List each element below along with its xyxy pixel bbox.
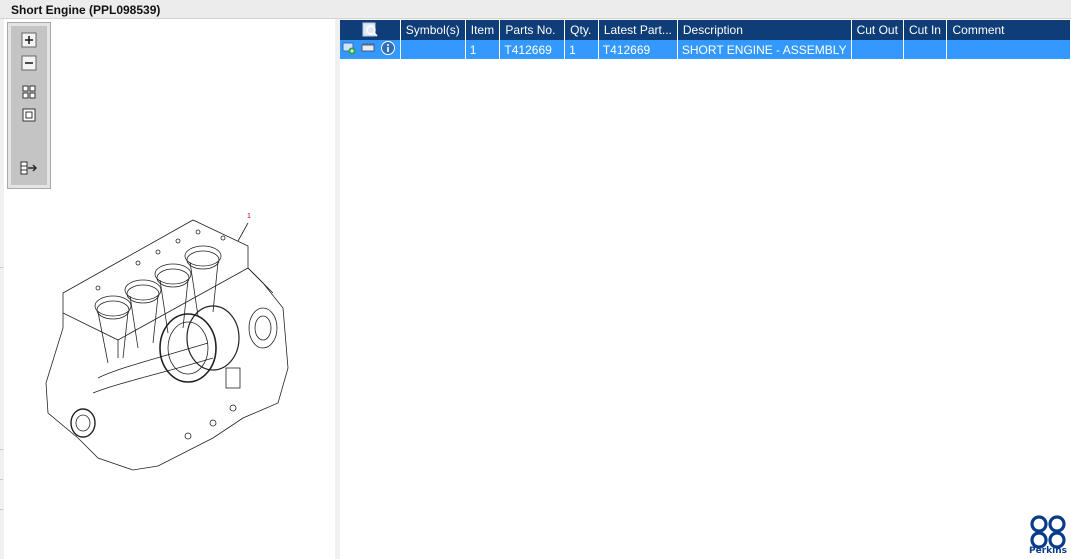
fit-all-icon[interactable] bbox=[20, 83, 38, 101]
zoom-out-icon[interactable] bbox=[20, 54, 38, 72]
add-to-cart-icon[interactable] bbox=[342, 41, 356, 58]
viewer-toolbar bbox=[7, 22, 51, 189]
fit-window-icon[interactable] bbox=[20, 106, 38, 124]
table-row[interactable]: 1 T412669 1 T412669 SHORT ENGINE - ASSEM… bbox=[340, 40, 1071, 59]
cut-out-cell bbox=[851, 40, 904, 59]
engine-drawing bbox=[45, 219, 289, 471]
parts-no-cell: T412669 bbox=[499, 40, 566, 59]
row-actions-cell bbox=[340, 40, 401, 59]
column-header-description[interactable]: Description bbox=[677, 20, 852, 40]
column-header-symbols[interactable]: Symbol(s) bbox=[400, 20, 466, 40]
column-header-cut-in[interactable]: Cut In bbox=[903, 20, 948, 40]
title-bar: Short Engine (PPL098539) bbox=[0, 0, 1071, 19]
column-header-parts-no[interactable]: Parts No. bbox=[499, 20, 566, 40]
export-icon[interactable] bbox=[20, 159, 38, 177]
symbols-cell bbox=[400, 40, 466, 59]
column-header-cut-out[interactable]: Cut Out bbox=[851, 20, 904, 40]
item-cell: 1 bbox=[465, 40, 501, 59]
qty-cell: 1 bbox=[564, 40, 599, 59]
parts-table: Symbol(s) Item Parts No. Qty. Latest Par… bbox=[340, 20, 1071, 59]
column-header-item[interactable]: Item bbox=[465, 20, 501, 40]
zoom-in-icon[interactable] bbox=[20, 31, 38, 49]
brand-name: Perkins bbox=[1029, 546, 1067, 556]
parts-grid: Symbol(s) Item Parts No. Qty. Latest Par… bbox=[340, 19, 1071, 559]
window-title: Short Engine (PPL098539) bbox=[11, 3, 161, 17]
column-header-qty[interactable]: Qty. bbox=[564, 20, 599, 40]
cut-in-cell bbox=[903, 40, 948, 59]
search-list-icon[interactable] bbox=[362, 22, 378, 37]
callout-label[interactable]: 1 bbox=[246, 212, 252, 221]
description-cell: SHORT ENGINE - ASSEMBLY bbox=[677, 40, 852, 59]
comment-cell bbox=[946, 40, 1071, 59]
column-header-search[interactable] bbox=[340, 20, 401, 40]
parts-list-icon[interactable] bbox=[360, 41, 376, 58]
table-header-row: Symbol(s) Item Parts No. Qty. Latest Par… bbox=[340, 20, 1071, 40]
column-header-comment[interactable]: Comment bbox=[946, 20, 1071, 40]
info-icon[interactable] bbox=[380, 41, 395, 58]
column-header-latest-part[interactable]: Latest Part... bbox=[598, 20, 678, 40]
latest-part-cell: T412669 bbox=[598, 40, 678, 59]
